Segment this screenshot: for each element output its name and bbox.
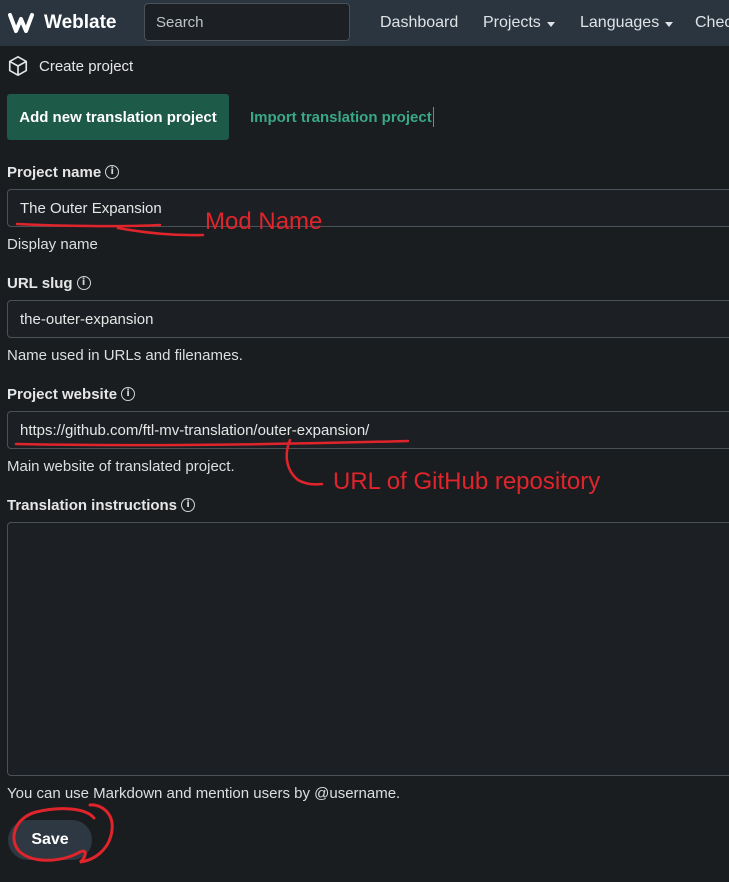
project-name-input[interactable] <box>7 189 729 227</box>
project-website-label: Project website i <box>7 384 136 404</box>
info-icon[interactable]: i <box>121 387 136 401</box>
chevron-down-icon <box>546 21 555 27</box>
project-website-input[interactable] <box>7 411 729 449</box>
translation-instructions-label: Translation instructions i <box>7 495 196 515</box>
nav-checks[interactable]: Chec <box>695 0 729 46</box>
nav-dashboard-label: Dashboard <box>380 14 459 31</box>
url-slug-input[interactable] <box>7 300 729 338</box>
project-website-label-text: Project website <box>7 385 118 403</box>
url-slug-label-text: URL slug <box>7 274 73 292</box>
project-website-help: Main website of translated project. <box>7 457 235 475</box>
info-icon[interactable]: i <box>76 276 91 290</box>
save-button[interactable]: Save <box>8 820 92 860</box>
url-slug-help: Name used in URLs and filenames. <box>7 346 243 364</box>
text-cursor <box>432 107 434 127</box>
info-icon[interactable]: i <box>181 498 196 512</box>
weblate-logo-icon <box>8 13 34 33</box>
nav-projects-label: Projects <box>483 14 541 31</box>
project-name-label-text: Project name <box>7 163 102 181</box>
tab-import-project-label: Import translation project <box>250 108 432 126</box>
translation-instructions-textarea[interactable] <box>7 522 729 776</box>
annotation-repo-url: URL of GitHub repository <box>333 468 601 495</box>
cube-icon <box>8 56 28 76</box>
top-navbar: Weblate Dashboard Projects Languages Che… <box>0 0 729 46</box>
project-name-label: Project name i <box>7 162 120 182</box>
breadcrumb-label: Create project <box>39 57 134 75</box>
translation-instructions-help: You can use Markdown and mention users b… <box>7 784 401 802</box>
nav-projects-dropdown[interactable]: Projects <box>483 0 555 46</box>
brand-name: Weblate <box>44 12 117 33</box>
tab-add-new-project-label: Add new translation project <box>19 108 217 126</box>
nav-dashboard[interactable]: Dashboard <box>380 0 458 46</box>
tab-add-new-project[interactable]: Add new translation project <box>7 94 229 140</box>
search-input[interactable] <box>144 3 350 41</box>
project-name-help: Display name <box>7 235 98 253</box>
translation-instructions-label-text: Translation instructions <box>7 496 178 514</box>
brand-logo-link[interactable]: Weblate <box>6 8 117 38</box>
url-slug-label: URL slug i <box>7 273 91 293</box>
breadcrumb: Create project <box>7 54 133 78</box>
nav-languages-label: Languages <box>580 14 660 31</box>
nav-languages-dropdown[interactable]: Languages <box>580 0 674 46</box>
annotation-mod-name: Mod Name <box>205 208 323 235</box>
info-icon[interactable]: i <box>105 165 120 179</box>
chevron-down-icon <box>665 21 674 27</box>
tab-import-project[interactable]: Import translation project <box>250 94 434 140</box>
nav-checks-label: Chec <box>695 14 729 31</box>
